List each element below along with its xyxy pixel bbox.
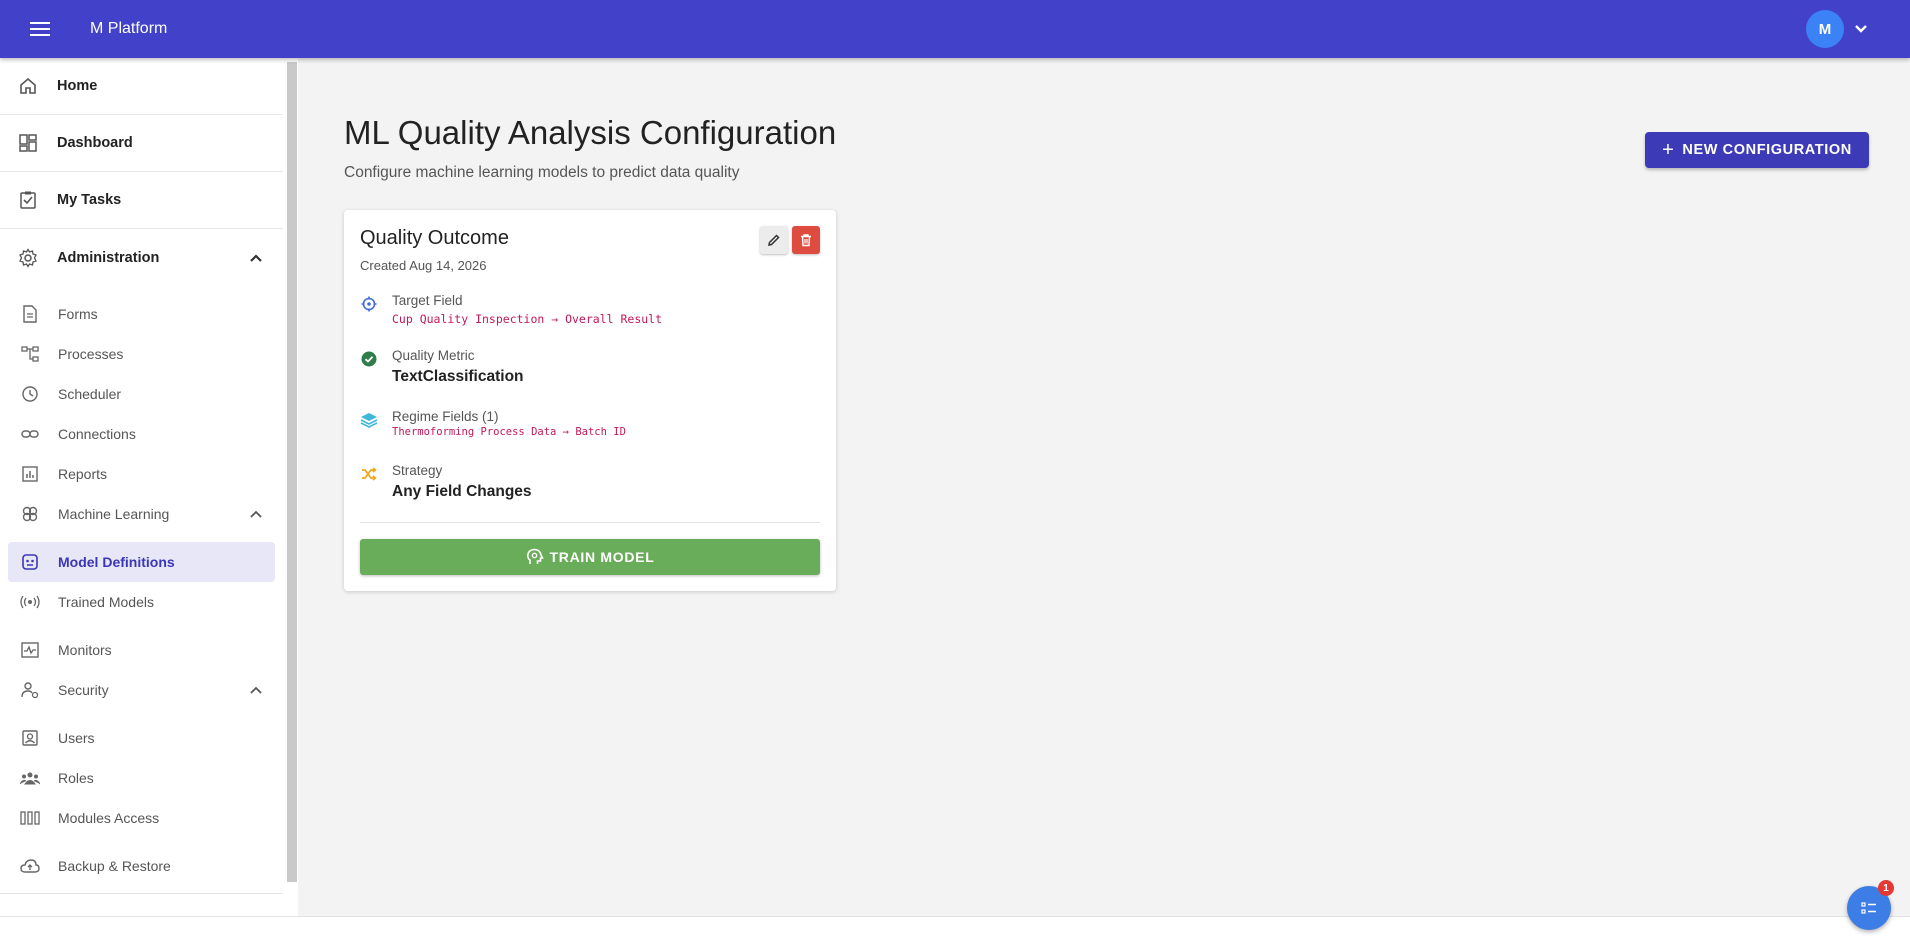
card-title: Quality Outcome	[360, 227, 509, 249]
process-icon	[20, 344, 40, 364]
train-model-label: TRAIN MODEL	[549, 549, 655, 565]
user-menu[interactable]: M	[1806, 10, 1868, 48]
sidebar-item-dashboard[interactable]: Dashboard	[0, 115, 283, 172]
gear-icon	[18, 247, 38, 268]
sidebar-item-label: Trained Models	[58, 594, 154, 610]
sidebar-item-label: Scheduler	[58, 386, 122, 402]
sidebar-item-label: Users	[58, 730, 95, 746]
sidebar: Home Dashboard My Tasks Administration F…	[0, 58, 283, 914]
target-field-value: Cup Quality Inspection → Overall Result	[392, 312, 663, 326]
broadcast-icon	[20, 592, 40, 612]
card-created-date: Created Aug 14, 2026	[360, 258, 487, 273]
sidebar-item-label: Administration	[57, 249, 160, 266]
bottom-strip	[0, 916, 1910, 950]
quality-metric-label: Quality Metric	[392, 348, 475, 363]
list-icon	[1861, 901, 1877, 915]
notification-badge: 1	[1878, 880, 1894, 896]
brain-gear-icon	[526, 548, 544, 566]
trash-icon	[799, 233, 813, 247]
sidebar-item-forms[interactable]: Forms	[0, 294, 283, 334]
strategy-value: Any Field Changes	[392, 483, 532, 500]
user-icon	[20, 728, 40, 748]
link-icon	[20, 424, 40, 444]
home-icon	[18, 76, 38, 96]
sidebar-item-processes[interactable]: Processes	[0, 334, 283, 374]
sidebar-item-label: Home	[57, 78, 98, 94]
target-field-label: Target Field	[392, 293, 463, 308]
sidebar-scrollbar[interactable]	[287, 62, 297, 882]
sidebar-item-connections[interactable]: Connections	[0, 414, 283, 454]
chevron-up-icon[interactable]	[249, 253, 263, 263]
page-title: ML Quality Analysis Configuration	[344, 114, 837, 151]
security-icon	[20, 680, 40, 700]
sidebar-item-label: Security	[58, 682, 109, 698]
chevron-down-icon[interactable]	[1854, 24, 1868, 34]
sidebar-item-security[interactable]: Security	[0, 670, 283, 710]
sidebar-item-label: Roles	[58, 770, 94, 786]
sidebar-item-label: Connections	[58, 426, 136, 442]
clock-icon	[20, 384, 40, 404]
sidebar-item-label: My Tasks	[57, 192, 122, 208]
train-model-button[interactable]: TRAIN MODEL	[360, 539, 820, 575]
edit-button[interactable]	[760, 226, 788, 254]
report-icon	[20, 464, 40, 484]
crosshair-icon	[360, 295, 378, 313]
group-icon	[20, 768, 40, 788]
configuration-card: Quality Outcome Created Aug 14, 2026 Tar…	[344, 210, 836, 591]
new-configuration-button[interactable]: + NEW CONFIGURATION	[1645, 132, 1869, 168]
brain-icon	[20, 504, 40, 524]
sidebar-item-label: Processes	[58, 346, 124, 362]
sidebar-item-monitors[interactable]: Monitors	[0, 630, 283, 670]
chevron-up-icon[interactable]	[249, 509, 263, 519]
layers-icon	[360, 411, 378, 429]
card-divider	[360, 522, 820, 523]
avatar[interactable]: M	[1806, 10, 1844, 48]
sidebar-item-label: Machine Learning	[58, 506, 170, 522]
tasks-icon	[18, 190, 38, 210]
app-title: M Platform	[90, 20, 168, 37]
sidebar-item-users[interactable]: Users	[0, 718, 283, 758]
pencil-icon	[767, 233, 781, 247]
sidebar-item-label: Modules Access	[58, 810, 160, 826]
hamburger-menu-icon[interactable]	[22, 11, 58, 47]
page-subtitle: Configure machine learning models to pre…	[344, 164, 740, 181]
dashboard-icon	[18, 133, 38, 153]
chevron-up-icon[interactable]	[249, 685, 263, 695]
sidebar-item-backup-restore[interactable]: Backup & Restore	[0, 846, 283, 886]
check-circle-icon	[360, 350, 378, 368]
quality-metric-value: TextClassification	[392, 368, 524, 385]
sidebar-item-label: Dashboard	[57, 135, 133, 151]
sidebar-item-home[interactable]: Home	[0, 58, 283, 115]
sidebar-item-reports[interactable]: Reports	[0, 454, 283, 494]
cloud-icon	[20, 856, 40, 876]
modules-icon	[20, 808, 40, 828]
model-icon	[20, 552, 40, 572]
sidebar-item-model-definitions[interactable]: Model Definitions	[8, 542, 275, 582]
sidebar-item-label: Reports	[58, 466, 108, 482]
delete-button[interactable]	[792, 226, 820, 254]
form-icon	[20, 304, 40, 324]
main-content: ML Quality Analysis Configuration Config…	[298, 58, 1910, 916]
sidebar-item-scheduler[interactable]: Scheduler	[0, 374, 283, 414]
sidebar-item-label: Model Definitions	[58, 554, 175, 570]
shuffle-icon	[360, 465, 378, 483]
plus-icon: +	[1662, 138, 1675, 161]
sidebar-item-label: Backup & Restore	[58, 858, 171, 874]
monitor-icon	[20, 640, 40, 660]
sidebar-item-trained-models[interactable]: Trained Models	[0, 582, 283, 622]
sidebar-item-modules-access[interactable]: Modules Access	[0, 798, 283, 838]
sidebar-item-label: Forms	[58, 306, 98, 322]
regime-fields-label: Regime Fields (1)	[392, 409, 499, 424]
sidebar-item-machine-learning[interactable]: Machine Learning	[0, 494, 283, 534]
sidebar-item-administration[interactable]: Administration	[0, 229, 283, 286]
sidebar-item-roles[interactable]: Roles	[0, 758, 283, 798]
sidebar-item-label: Monitors	[58, 642, 112, 658]
top-app-bar: M Platform M	[0, 0, 1910, 58]
regime-fields-value: Thermoforming Process Data → Batch ID	[392, 426, 626, 438]
strategy-label: Strategy	[392, 463, 443, 478]
new-configuration-label: NEW CONFIGURATION	[1682, 142, 1852, 158]
sidebar-item-my-tasks[interactable]: My Tasks	[0, 172, 283, 229]
